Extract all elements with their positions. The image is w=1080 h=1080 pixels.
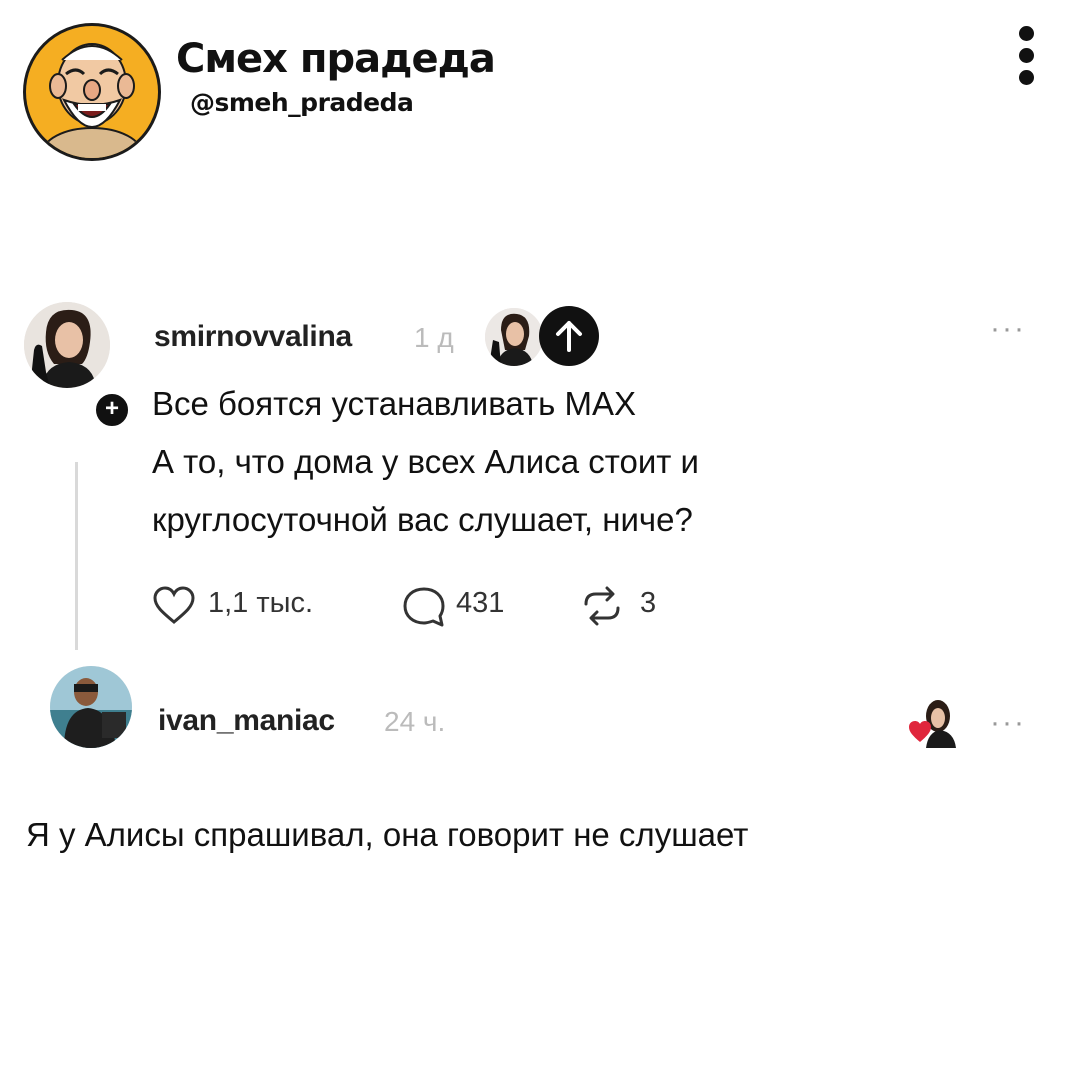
heart-icon [153,586,195,624]
post-username[interactable]: smirnovvalina [154,320,352,354]
channel-avatar[interactable] [23,23,161,161]
grandfather-laughing-icon [41,43,143,158]
like-count: 1,1 тыс. [208,587,314,619]
comment-count: 431 [456,587,505,619]
repost-count: 3 [640,587,657,619]
arrow-up-icon [556,321,582,352]
comment-button[interactable]: 431 [402,580,522,630]
like-button[interactable]: 1,1 тыс. [152,580,352,630]
reposter-avatar [485,308,543,366]
author-heart-icon [909,700,956,748]
reply-body: Я у Алисы спрашивал, она говорит не слуш… [26,816,749,853]
comment-bubble-icon [403,587,445,627]
reply-timestamp: 24 ч. [384,706,446,737]
repost-button[interactable]: 3 [580,580,660,630]
channel-handle: @smeh_pradeda [190,88,414,117]
post-author-avatar[interactable] [24,302,110,388]
reply-author-avatar[interactable] [50,666,132,748]
plus-icon: + [104,395,119,422]
vertical-dots-icon[interactable] [1012,24,1042,88]
reply-more-options[interactable]: ··· [990,706,1026,740]
follow-plus-button[interactable]: + [92,390,132,430]
post-more-options[interactable]: ··· [990,312,1026,346]
channel-header: Смех прадеда @smeh_pradeda [0,0,1080,180]
woman-portrait-icon [24,302,110,388]
post-body: Все боятся устанавливать МАХ А то, что д… [152,375,952,549]
man-portrait-icon [50,666,132,748]
reply-username[interactable]: ivan_maniac [158,704,335,738]
scroll-up-button[interactable] [539,306,599,366]
post-line: Все боятся устанавливать МАХ [152,385,636,422]
post-line: А то, что дома у всех Алиса стоит и [152,443,699,480]
post-timestamp: 1 д [414,322,454,353]
author-liked-badge [908,696,958,748]
woman-portrait-icon [485,308,543,366]
thread-connector-line [75,462,78,650]
post-line: круглосуточной вас слушает, ниче? [152,501,693,538]
repost-icon [584,586,620,626]
channel-title: Смех прадеда [176,36,496,82]
